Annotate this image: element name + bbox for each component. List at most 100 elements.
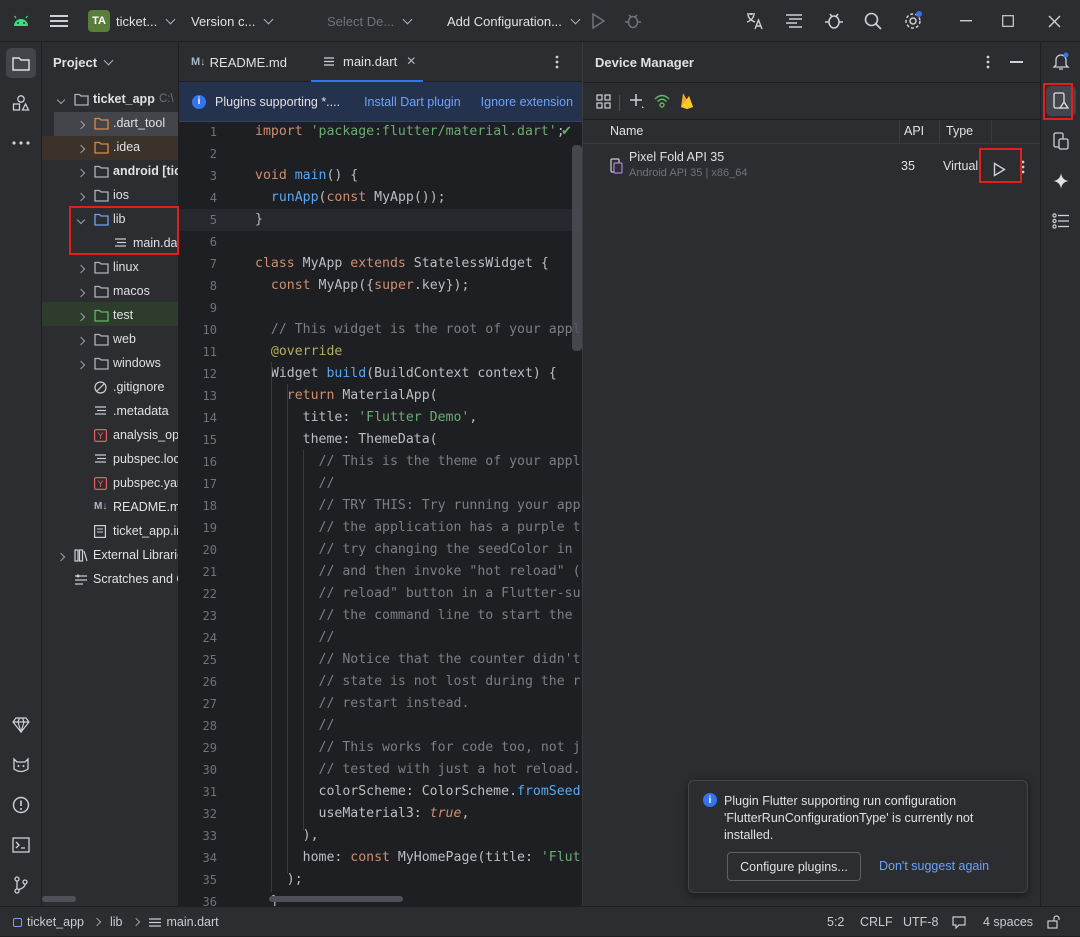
breadcrumb-project[interactable]: ticket_app [27,915,84,929]
bug-report-icon[interactable] [824,0,844,42]
project-selector[interactable]: TA ticket... [88,0,176,42]
hide-panel-icon[interactable] [1010,61,1023,63]
add-device-icon[interactable] [629,93,645,112]
editor-tabs-more-icon[interactable] [555,42,559,82]
device-manager-options-icon[interactable] [986,55,990,72]
code-line[interactable]: 19 // the application has a purple t [179,517,582,539]
file-encoding[interactable]: UTF-8 [903,907,938,937]
tree-item[interactable]: test [42,304,178,328]
code-line[interactable]: 29 // This works for code too, not j [179,737,582,759]
code-line[interactable]: 32 useMaterial3: true, [179,803,582,825]
tree-item[interactable]: windows [42,352,178,376]
tree-item[interactable]: web [42,328,178,352]
chevron-right-icon[interactable] [76,120,86,130]
chevron-right-icon[interactable] [76,312,86,322]
tree-item[interactable]: ticket_app.in [42,520,178,544]
code-line[interactable]: 14 title: 'Flutter Demo', [179,407,582,429]
chevron-right-icon[interactable] [76,288,86,298]
translate-icon[interactable] [745,0,765,42]
chevron-right-icon[interactable] [76,144,86,154]
code-line[interactable]: 1 import 'package:flutter/material.dart'; [179,121,582,143]
chevron-down-icon[interactable] [56,95,66,106]
terminal-icon[interactable] [6,830,36,860]
tree-item[interactable]: linux [42,256,178,280]
code-area[interactable]: 1 import 'package:flutter/material.dart';… [179,121,582,906]
caret-position[interactable]: 5:2 [827,907,844,937]
run-configuration-selector[interactable]: Add Configuration... [447,0,581,42]
column-name[interactable]: Name [610,124,643,138]
tree-item[interactable]: Yanalysis_opt [42,424,178,448]
tree-item[interactable]: Scratches and C [42,568,178,592]
inspection-ok-check-icon[interactable]: ✔ [561,123,572,139]
chevron-right-icon[interactable] [76,168,86,178]
code-line[interactable]: 9 [179,297,582,319]
main-menu-icon[interactable] [50,0,68,42]
project-tool-folder-icon[interactable] [6,48,36,78]
chevron-right-icon[interactable] [76,360,86,370]
chevron-right-icon[interactable] [76,336,86,346]
column-type[interactable]: Type [946,124,973,138]
problems-icon[interactable] [6,790,36,820]
code-line[interactable]: 5} [179,209,582,231]
group-devices-icon[interactable] [596,94,611,112]
logcat-cat-icon[interactable] [6,750,36,780]
running-devices-icon[interactable] [1046,126,1076,156]
firebase-icon[interactable] [680,92,694,113]
tree-item[interactable]: Ypubspec.yar [42,472,178,496]
code-line[interactable]: 23 // the command line to start the [179,605,582,627]
configure-plugins-button[interactable]: Configure plugins... [727,852,861,881]
code-line[interactable]: 10 // This widget is the root of your ap… [179,319,582,341]
tree-item[interactable]: .dart_tool [42,112,178,136]
tab-readme[interactable]: M↓ README.md [191,42,287,82]
tree-item[interactable]: android [ticl [42,160,178,184]
code-line[interactable]: 6 [179,231,582,253]
code-line[interactable]: 26 // state is not lost during the r [179,671,582,693]
editor-vertical-scrollbar[interactable] [572,145,582,351]
code-line[interactable]: 8 const MyApp({super.key}); [179,275,582,297]
tab-main-dart[interactable]: main.dart ✕ [311,42,423,82]
editor-horizontal-scrollbar[interactable] [269,896,403,902]
close-tab-icon[interactable]: ✕ [406,54,416,68]
structure-list-icon[interactable] [1046,206,1076,236]
more-tools-icon[interactable] [6,128,36,158]
chevron-down-icon[interactable] [103,55,114,65]
tree-item[interactable]: M↓ README.mc [42,496,178,520]
maximize-icon[interactable] [1002,0,1014,42]
tree-item[interactable]: External Librarie [42,544,178,568]
install-dart-plugin-link[interactable]: Install Dart plugin [364,95,461,109]
tree-item[interactable]: ticket_app C:\ [42,88,178,112]
close-window-icon[interactable] [1048,0,1061,42]
search-icon[interactable] [864,0,882,42]
tree-item[interactable]: .gitignore [42,376,178,400]
code-line[interactable]: 3 void main() { [179,165,582,187]
indent-setting[interactable]: 4 spaces [983,907,1033,937]
chevron-right-icon[interactable] [56,552,66,562]
code-line[interactable]: 21 // and then invoke "hot reload" ( [179,561,582,583]
lock-open-icon[interactable] [1047,907,1061,937]
tree-item[interactable]: ios [42,184,178,208]
code-line[interactable]: 17 // [179,473,582,495]
breadcrumb-dir[interactable]: lib [110,915,123,929]
tree-item[interactable]: .idea [42,136,178,160]
code-line[interactable]: 20 // try changing the seedColor in [179,539,582,561]
code-line[interactable]: 15 theme: ThemeData( [179,429,582,451]
code-line[interactable]: 25 // Notice that the counter didn't [179,649,582,671]
code-line[interactable]: 22 // reload" button in a Flutter-su [179,583,582,605]
code-line[interactable]: 24 // [179,627,582,649]
code-line[interactable]: 13 return MaterialApp( [179,385,582,407]
notifications-bell-icon[interactable] [1046,46,1076,76]
layout-inspector-icon[interactable] [785,0,803,42]
code-line[interactable]: 12 Widget build(BuildContext context) { [179,363,582,385]
code-line[interactable]: 2 [179,143,582,165]
gemini-diamond-icon[interactable] [6,710,36,740]
version-control-icon[interactable] [6,870,36,900]
code-line[interactable]: 7 class MyApp extends StatelessWidget { [179,253,582,275]
minimize-icon[interactable] [960,0,972,42]
dont-suggest-again-link[interactable]: Don't suggest again [879,859,989,873]
code-line[interactable]: 31 colorScheme: ColorScheme.fromSeed [179,781,582,803]
debug-icon[interactable] [624,0,642,42]
code-line[interactable]: 27 // restart instead. [179,693,582,715]
code-line[interactable]: 35 ); [179,869,582,891]
code-line[interactable]: 11 @override [179,341,582,363]
tree-item[interactable]: .metadata [42,400,178,424]
